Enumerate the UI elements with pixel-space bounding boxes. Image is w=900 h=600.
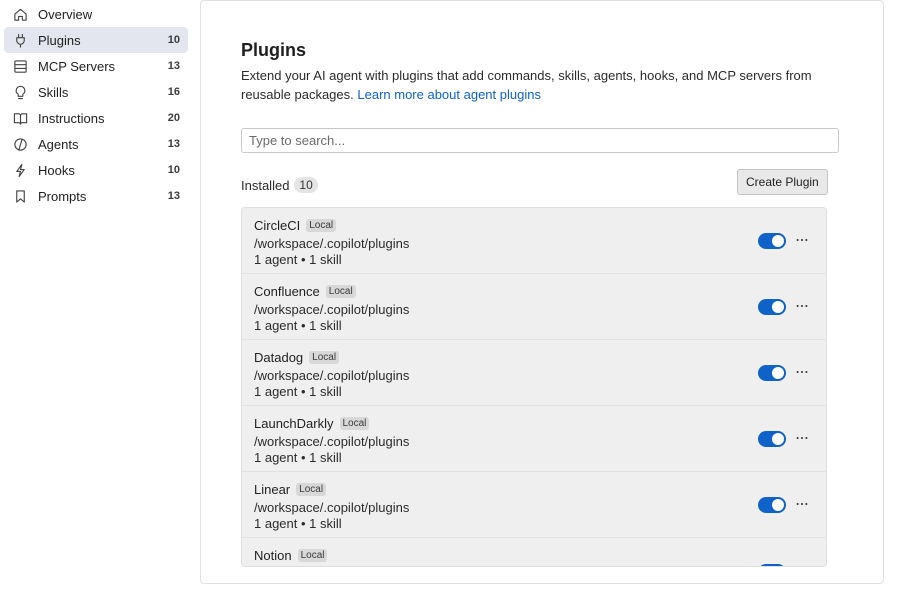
sidebar-item-skills[interactable]: Skills 16 [4,79,188,105]
plugin-name: Confluence [254,284,320,299]
plug-icon [12,32,28,48]
sidebar-item-hooks[interactable]: Hooks 10 [4,157,188,183]
plugin-meta: 1 agent • 1 skill [254,450,342,465]
plugin-enable-toggle[interactable] [758,431,786,447]
plugin-meta: 1 agent • 1 skill [254,252,342,267]
sidebar-item-count: 13 [167,60,180,72]
plugin-meta: 1 agent • 1 skill [254,384,342,399]
plugin-list: CircleCI Local /workspace/.copilot/plugi… [241,207,827,567]
plugin-badge: Local [309,351,340,364]
sidebar-item-label: Hooks [38,162,75,178]
sidebar: Overview Plugins 10 MCP Servers 13 Skill… [0,0,200,600]
plugin-row: CircleCI Local /workspace/.copilot/plugi… [242,208,826,274]
sidebar-item-label: Instructions [38,110,105,126]
sidebar-item-plugins[interactable]: Plugins 10 [4,27,188,53]
plugin-row: Notion Local [242,538,826,566]
sidebar-item-mcp-servers[interactable]: MCP Servers 13 [4,53,188,79]
installed-count-badge: 10 [294,177,318,193]
plugin-path: /workspace/.copilot/plugins [254,302,410,317]
sidebar-item-count: 16 [167,86,180,98]
plugin-row: Linear Local /workspace/.copilot/plugins… [242,472,826,538]
search-input[interactable] [241,128,839,153]
plugin-enable-toggle[interactable] [758,299,786,315]
plugin-badge: Local [325,285,356,298]
create-plugin-button[interactable]: Create Plugin [737,169,828,195]
installed-header: Installed 10 [241,177,318,193]
more-actions-icon[interactable] [794,496,810,512]
sidebar-item-label: Plugins [38,32,81,48]
plugin-name: Notion [254,548,292,563]
plugin-meta: 1 agent • 1 skill [254,318,342,333]
more-actions-icon[interactable] [794,232,810,248]
plugin-name: CircleCI [254,218,301,233]
sidebar-item-count: 13 [167,138,180,150]
sidebar-item-overview[interactable]: Overview [4,1,188,27]
plugin-enable-toggle[interactable] [758,365,786,381]
plugin-badge: Local [339,417,370,430]
plugin-row: Datadog Local /workspace/.copilot/plugin… [242,340,826,406]
more-actions-icon[interactable] [794,430,810,446]
more-actions-icon[interactable] [794,298,810,314]
sidebar-item-count: 13 [167,190,180,202]
sidebar-item-count: 10 [167,34,180,46]
home-icon [12,6,28,22]
plugin-path: /workspace/.copilot/plugins [254,434,410,449]
agent-icon [12,136,28,152]
sidebar-item-label: Overview [38,6,93,22]
sidebar-item-count: 10 [167,164,180,176]
page-description: Extend your AI agent with plugins that a… [241,66,841,104]
page-title: Plugins [241,40,307,60]
sidebar-item-instructions[interactable]: Instructions 20 [4,105,188,131]
plugins-panel: Plugins Extend your AI agent with plugin… [200,0,884,584]
sidebar-item-count: 20 [167,112,180,124]
plugin-path: /workspace/.copilot/plugins [254,236,410,251]
more-actions-icon[interactable] [794,364,810,380]
plugin-path: /workspace/.copilot/plugins [254,500,410,515]
plugin-enable-toggle[interactable] [758,233,786,249]
plugin-meta: 1 agent • 1 skill [254,516,342,531]
plugin-badge: Local [297,549,328,562]
sidebar-item-label: Agents [38,136,79,152]
plugin-name: Datadog [254,350,304,365]
sidebar-item-label: MCP Servers [38,58,116,74]
plugin-name: Linear [254,482,291,497]
plugin-badge: Local [296,483,327,496]
sidebar-item-label: Skills [38,84,69,100]
lightbulb-icon [12,84,28,100]
book-icon [12,110,28,126]
learn-more-link[interactable]: Learn more about agent plugins [357,87,541,102]
installed-label: Installed [241,177,290,193]
lightning-icon [12,162,28,178]
plugin-row: LaunchDarkly Local /workspace/.copilot/p… [242,406,826,472]
sidebar-item-agents[interactable]: Agents 13 [4,131,188,157]
bookmark-icon [12,188,28,204]
sidebar-item-prompts[interactable]: Prompts 13 [4,183,188,209]
plugin-row: Confluence Local /workspace/.copilot/plu… [242,274,826,340]
sidebar-item-label: Prompts [38,188,87,204]
plugin-enable-toggle[interactable] [758,497,786,513]
server-icon [12,58,28,74]
plugin-name: LaunchDarkly [254,416,334,431]
plugin-path: /workspace/.copilot/plugins [254,368,410,383]
plugin-badge: Local [306,219,337,232]
plugin-enable-toggle[interactable] [758,564,786,566]
